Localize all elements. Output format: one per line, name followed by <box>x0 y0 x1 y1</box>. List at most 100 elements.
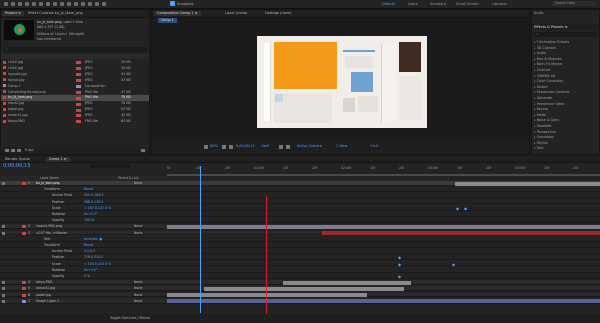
label-color-swatch[interactable] <box>76 114 81 118</box>
tab-footage[interactable]: Footage (none) <box>262 11 295 16</box>
keyframe-icon[interactable]: ◆ <box>398 274 401 279</box>
layer-value[interactable]: 0x+0.0° <box>84 212 97 217</box>
help-search-input[interactable]: Search Help <box>552 1 596 6</box>
property-row[interactable]: Rotation 0x+0.0° <box>0 212 600 217</box>
layer-row[interactable]: 6 paper.jpg None <box>0 292 600 298</box>
property-row[interactable]: Transform Reset <box>0 243 600 248</box>
visibility-icon[interactable] <box>2 299 5 303</box>
label-color-swatch[interactable] <box>76 73 81 77</box>
layer-name[interactable]: Anchor Point <box>52 249 72 254</box>
workspace-standard[interactable]: Standard <box>430 2 446 6</box>
layer-name[interactable]: Shape Layer 1 <box>36 299 59 304</box>
brush-tool-icon[interactable] <box>74 2 78 6</box>
layer-duration-bar[interactable] <box>322 231 600 236</box>
pan-behind-tool-icon[interactable] <box>46 2 50 6</box>
effect-category[interactable]: ▸ Keying <box>534 107 548 111</box>
effect-category[interactable]: ▸ Channel <box>534 68 550 72</box>
visibility-icon[interactable] <box>2 225 5 229</box>
layer-value[interactable]: Animate: ● <box>84 237 102 242</box>
effect-category[interactable]: ▸ Matte <box>534 113 546 117</box>
keyframe-icon[interactable]: ◆ <box>398 262 401 267</box>
keyframe-icon[interactable]: ◆ <box>452 262 455 267</box>
camera-dropdown[interactable]: Active Camera <box>297 144 322 148</box>
composition-canvas[interactable] <box>257 36 427 128</box>
grid-icon[interactable] <box>222 145 226 149</box>
viewer-timecode[interactable]: 0;00;00;13 <box>236 144 255 148</box>
effect-category[interactable]: ▸ Obsolete <box>534 124 551 128</box>
property-row[interactable]: Position 236.0,320.0 ◆ <box>0 255 600 260</box>
time-ruler[interactable]: 0f 10f 20f 01:00f 10f 20f 02:00f 10f 20f 03:00f 10… <box>167 166 600 174</box>
label-color-swatch[interactable] <box>76 102 81 106</box>
toggle-switches-modes[interactable]: Toggle Switches / Modes <box>110 316 150 320</box>
selection-tool-icon[interactable] <box>11 2 15 6</box>
layer-row[interactable]: 7 Shape Layer 1 None <box>0 298 600 304</box>
label-color-swatch[interactable] <box>76 67 81 71</box>
comp-breadcrumb[interactable]: Comp 1 <box>158 18 177 23</box>
project-search-input[interactable]: ⌕ <box>4 47 147 52</box>
layer-value[interactable]: None <box>134 181 142 186</box>
tab-effect-controls[interactable]: Effect Controls ku_jk_tkom_png <box>25 11 86 16</box>
property-row[interactable]: Scale ⊂ 167.0,121.0 % ◆ ◆ <box>0 205 600 211</box>
layer-duration-bar[interactable] <box>167 224 600 229</box>
home-icon[interactable] <box>4 2 8 6</box>
layer-value[interactable]: 388.0,126.5 <box>84 200 103 205</box>
layer-name[interactable]: Text <box>44 237 50 242</box>
layer-name[interactable]: Opacity <box>52 274 64 279</box>
workspace-default[interactable]: Default <box>382 2 395 6</box>
workspace-small-screen[interactable]: Small Screen <box>456 2 479 6</box>
layer-value[interactable]: 0x+0.0° <box>84 268 97 273</box>
layer-value[interactable]: 236.0,320.0 <box>84 255 103 260</box>
tab-composition[interactable]: Composition Comp 1 ≡ <box>154 11 201 16</box>
eraser-tool-icon[interactable] <box>88 2 92 6</box>
layer-row[interactable]: 4 tokyo.PNG None <box>0 280 600 286</box>
shape-tool-icon[interactable] <box>53 2 57 6</box>
tab-comp-1[interactable]: Comp 1 ≡ <box>46 156 70 162</box>
hand-tool-icon[interactable] <box>18 2 22 6</box>
layer-value[interactable]: None <box>134 299 142 304</box>
layer-value[interactable]: 100 % <box>84 218 94 223</box>
layer-value[interactable]: None <box>134 280 142 285</box>
layer-name[interactable]: lnostr4-PNG.png <box>36 224 62 229</box>
property-row[interactable]: Opacity 100 % <box>0 218 600 224</box>
current-time-indicator[interactable] <box>200 166 201 313</box>
project-item[interactable]: unnact1.jpg JPEG 42 KB <box>1 113 149 119</box>
project-item[interactable]: layout4.jpg JPEG 41 KB <box>1 72 149 78</box>
property-row[interactable]: Opacity 0 % ◆ <box>0 274 600 279</box>
transparency-grid-icon[interactable] <box>286 145 290 149</box>
property-row[interactable]: Anchor Point 0.0,0.0 <box>0 249 600 255</box>
effect-category[interactable]: ▸ Distort <box>534 85 548 89</box>
label-color-swatch[interactable] <box>22 231 26 235</box>
label-color-swatch[interactable] <box>22 287 26 291</box>
project-item[interactable]: paper.jpg JPEG 63 KB <box>1 107 149 113</box>
effect-category[interactable]: ▸ Immersive Video <box>534 102 564 106</box>
project-item[interactable]: Link2.jpg JPEG 59 KB <box>1 60 149 66</box>
project-item[interactable]: tokyo.PNG PNG file 63 KB <box>1 119 149 125</box>
keyframe-icon[interactable]: ◆ <box>464 206 467 211</box>
visibility-icon[interactable] <box>2 287 5 291</box>
clone-tool-icon[interactable] <box>81 2 85 6</box>
work-area-bar[interactable] <box>167 174 600 176</box>
effect-category[interactable]: ▸ 3D Channel <box>534 46 556 50</box>
property-row[interactable]: Rotation 0x+0.0° <box>0 267 600 273</box>
tab-render-queue[interactable]: Render Queue <box>2 157 33 162</box>
layer-value[interactable]: 0.0,0.0 <box>84 249 95 254</box>
layer-name[interactable]: Opacity <box>52 218 64 223</box>
resolution-dropdown[interactable]: Half <box>262 144 269 148</box>
bit-depth-label[interactable]: 8 bpc <box>25 148 34 152</box>
trash-icon[interactable] <box>141 149 145 152</box>
effect-category[interactable]: ▸ Blur & Sharpen <box>534 57 562 61</box>
layer-name[interactable]: Scale <box>52 206 61 211</box>
roto-tool-icon[interactable] <box>95 2 99 6</box>
effect-category[interactable]: ▸ Text <box>534 146 543 150</box>
timeline-timecode[interactable]: 0;00;00;13 <box>3 163 30 169</box>
layer-name[interactable]: ku_jk_kom.png <box>36 181 60 186</box>
label-color-swatch[interactable] <box>76 84 81 88</box>
workspace-libraries[interactable]: Libraries <box>492 2 507 6</box>
effects-search-input[interactable]: ⌕ <box>534 32 598 37</box>
project-item[interactable]: layout.jpg JPEG 53 KB <box>1 78 149 84</box>
project-item[interactable]: hands.jpg JPEG 76 KB <box>1 101 149 107</box>
label-color-swatch[interactable] <box>76 79 81 83</box>
interpret-footage-icon[interactable] <box>5 149 9 152</box>
layer-value[interactable]: 0 % <box>84 274 90 279</box>
layer-value[interactable]: None <box>134 224 142 229</box>
